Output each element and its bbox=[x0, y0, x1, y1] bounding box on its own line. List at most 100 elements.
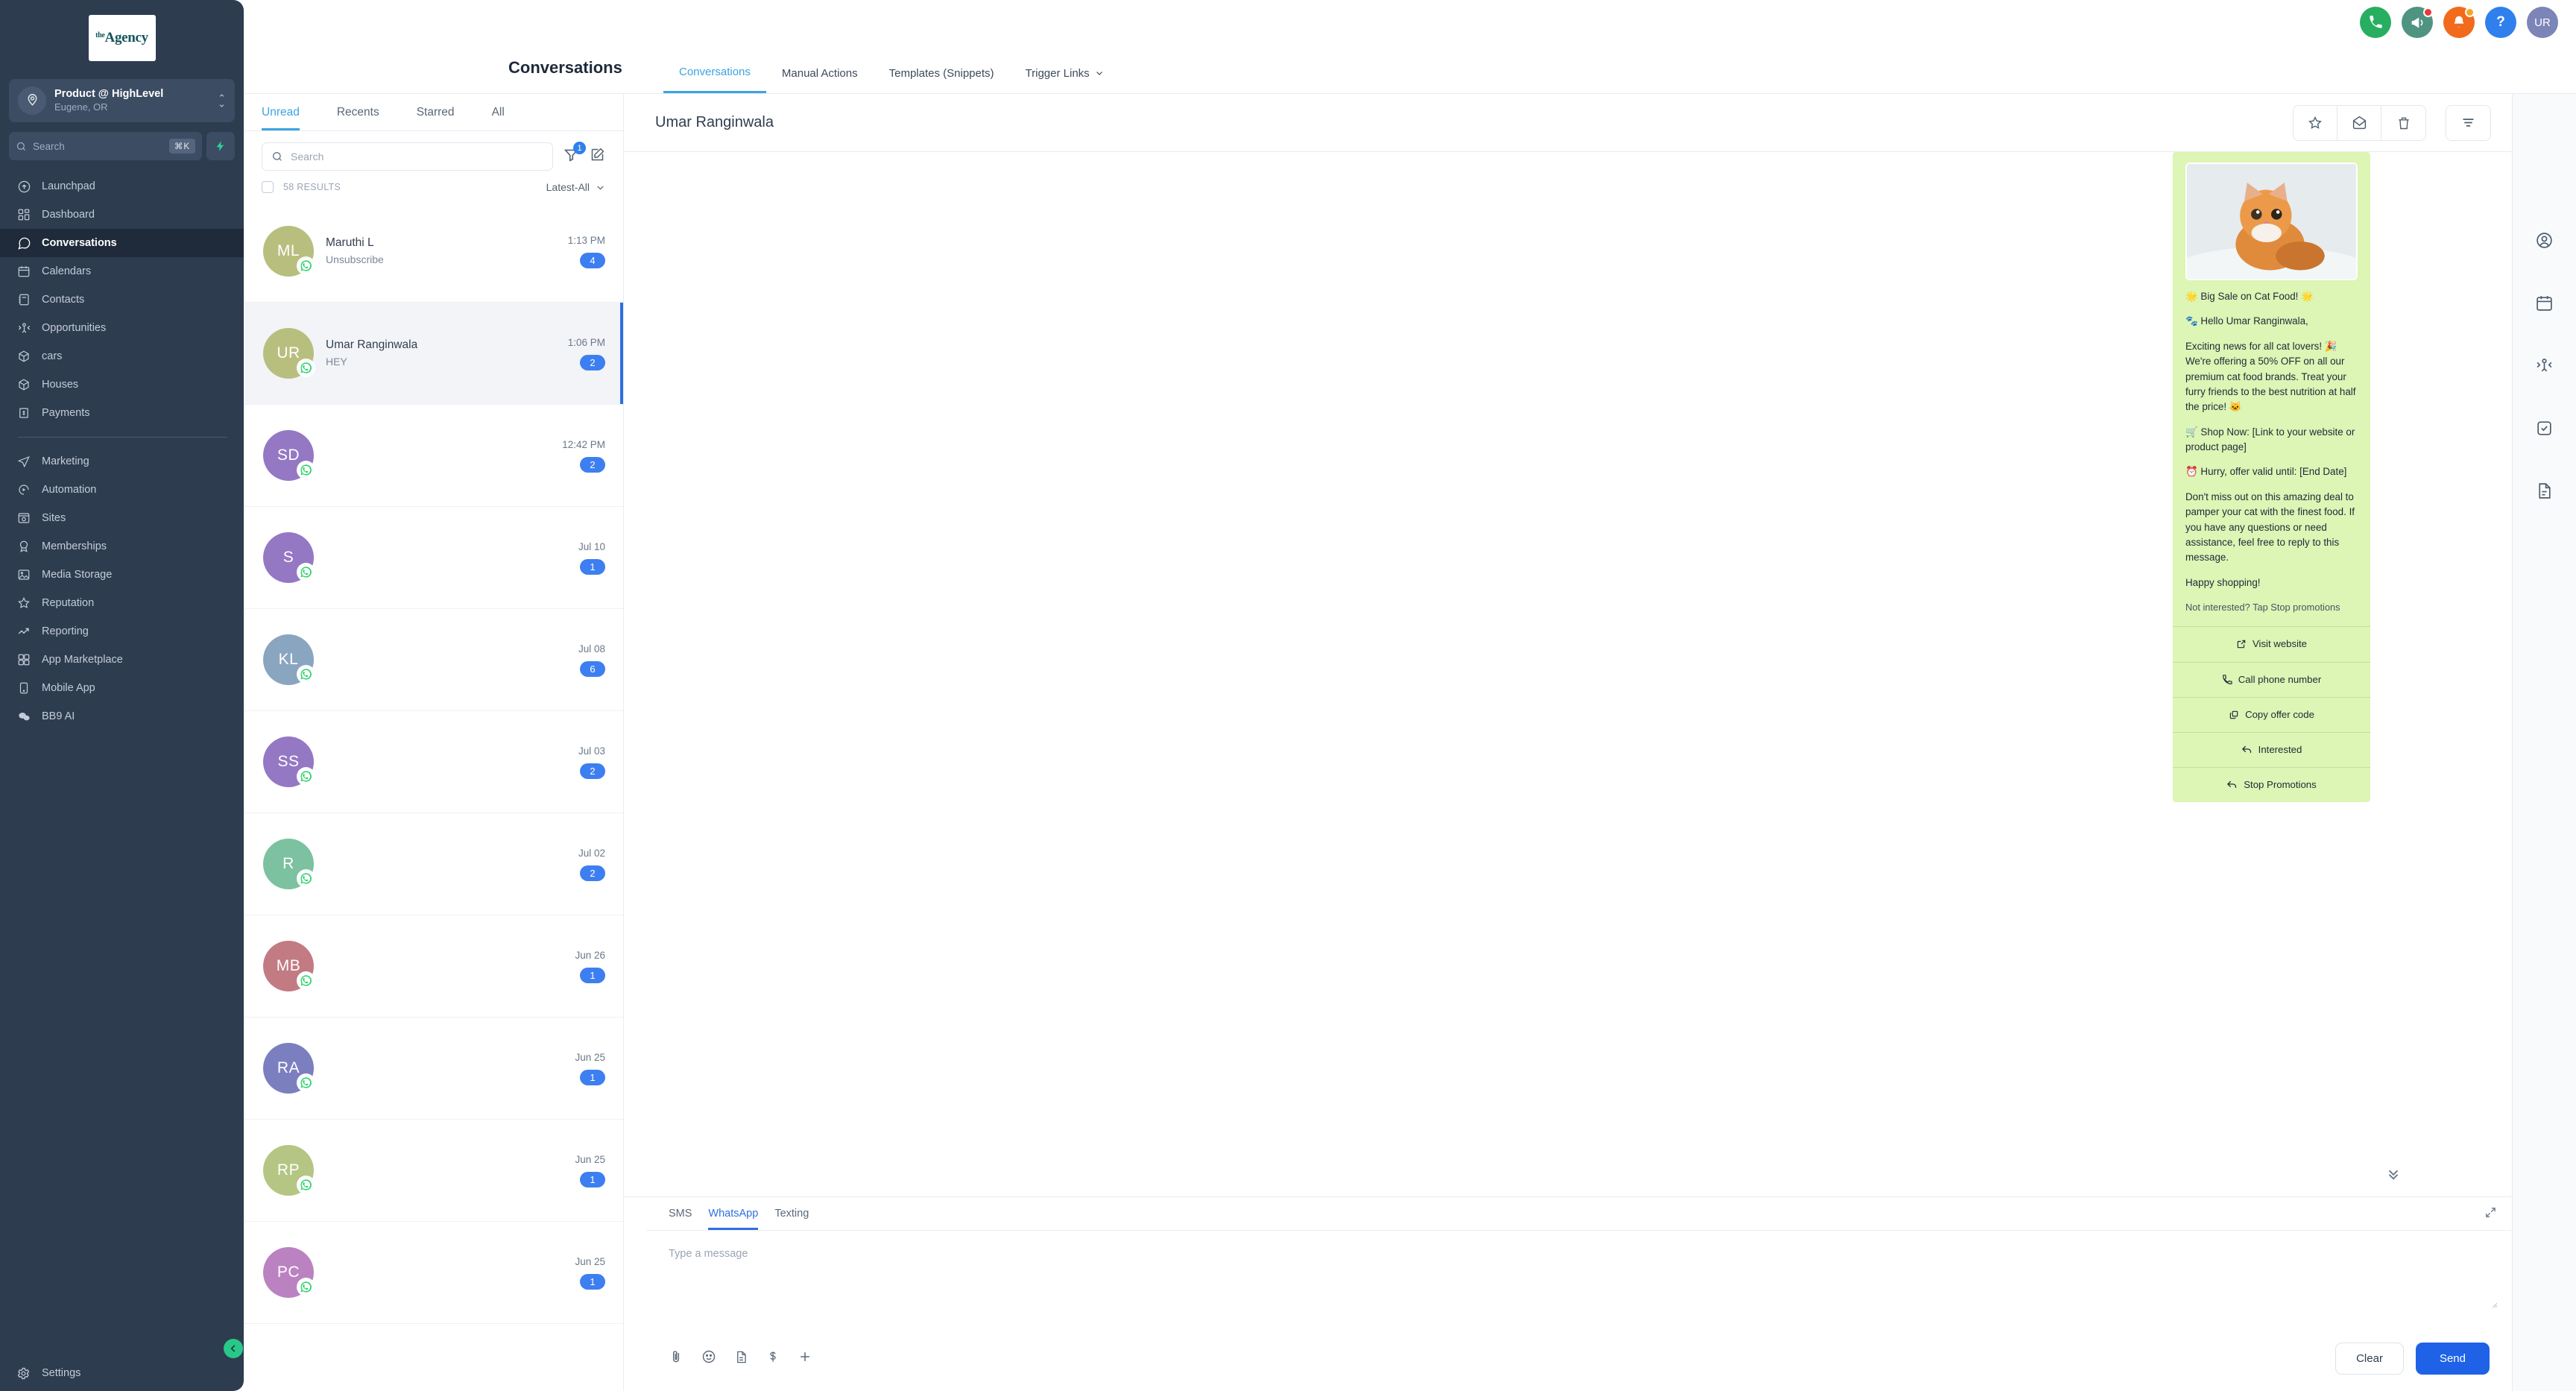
tasks-panel-icon[interactable] bbox=[2535, 419, 2554, 441]
sidebar-item-payments[interactable]: Payments bbox=[0, 399, 244, 427]
conv-tab-starred[interactable]: Starred bbox=[417, 94, 455, 130]
contacts-icon bbox=[16, 292, 31, 307]
sidebar-item-media-storage[interactable]: Media Storage bbox=[0, 561, 244, 589]
avatar: MB bbox=[263, 941, 315, 991]
phone-icon bbox=[16, 681, 31, 696]
sidebar-item-sites[interactable]: Sites bbox=[0, 504, 244, 532]
conversation-list-item[interactable]: RP Jun 25 1 bbox=[244, 1120, 623, 1222]
mark-unread-button[interactable] bbox=[2337, 105, 2381, 140]
conv-tab-all[interactable]: All bbox=[492, 94, 505, 130]
page-title: Conversations bbox=[508, 58, 622, 77]
conversation-list-item[interactable]: SS Jul 03 2 bbox=[244, 711, 623, 813]
sidebar-item-cars[interactable]: cars bbox=[0, 342, 244, 370]
tab-templates[interactable]: Templates (Snippets) bbox=[874, 66, 1010, 93]
star-button[interactable] bbox=[2294, 105, 2337, 140]
message-input[interactable]: Type a message bbox=[646, 1231, 2512, 1335]
quick-actions-button[interactable] bbox=[206, 132, 235, 160]
phone-icon bbox=[2370, 16, 2382, 28]
conversation-list-item[interactable]: S Jul 10 1 bbox=[244, 507, 623, 609]
documents-panel-icon[interactable] bbox=[2535, 482, 2554, 504]
contact-panel-icon[interactable] bbox=[2535, 231, 2554, 253]
cta-visit-website[interactable]: Visit website bbox=[2173, 626, 2370, 661]
select-all-checkbox[interactable] bbox=[262, 181, 274, 193]
conversation-search-input[interactable]: Search bbox=[262, 142, 553, 171]
avatar: R bbox=[263, 839, 315, 889]
clear-button[interactable]: Clear bbox=[2335, 1343, 2404, 1375]
conversation-time: Jul 02 bbox=[578, 847, 605, 859]
notifications-button[interactable] bbox=[2443, 7, 2475, 38]
user-avatar[interactable]: UR bbox=[2527, 7, 2558, 38]
sidebar-item-conversations[interactable]: Conversations bbox=[0, 229, 244, 257]
conv-tab-unread[interactable]: Unread bbox=[262, 94, 300, 130]
conversation-list-item[interactable]: PC Jun 25 1 bbox=[244, 1222, 623, 1324]
delete-button[interactable] bbox=[2381, 105, 2425, 140]
conversation-filter-button[interactable]: 1 bbox=[564, 142, 586, 166]
thread-filter-button[interactable] bbox=[2446, 105, 2490, 140]
conversation-list-item[interactable]: UR Umar Ranginwala HEY 1:06 PM 2 bbox=[244, 303, 623, 405]
tab-trigger-links[interactable]: Trigger Links bbox=[1010, 66, 1120, 93]
message-line-5: ⏰ Hurry, offer valid until: [End Date] bbox=[2185, 466, 2347, 478]
snippet-icon[interactable] bbox=[734, 1350, 748, 1368]
cta-copy-offer-code[interactable]: Copy offer code bbox=[2173, 696, 2370, 732]
sidebar-search-input[interactable]: Search ⌘K bbox=[9, 132, 202, 160]
sidebar-item-opportunities[interactable]: Opportunities bbox=[0, 314, 244, 342]
expand-composer-button[interactable] bbox=[2484, 1206, 2497, 1223]
message-thread[interactable]: 🌟 Big Sale on Cat Food! 🌟 🐾 Hello Umar R… bbox=[624, 152, 2512, 1196]
sidebar-item-settings[interactable]: Settings bbox=[0, 1355, 244, 1391]
attachment-icon[interactable] bbox=[669, 1349, 684, 1368]
scroll-to-bottom-button[interactable] bbox=[2382, 1162, 2405, 1185]
conversation-list-item[interactable]: R Jul 02 2 bbox=[244, 813, 623, 915]
logo-prefix: the bbox=[95, 31, 105, 40]
composer-tab-sms[interactable]: SMS bbox=[669, 1208, 692, 1230]
sidebar-item-houses[interactable]: Houses bbox=[0, 370, 244, 399]
message-composer: SMS WhatsApp Texting Type a message Clea… bbox=[624, 1196, 2512, 1391]
sidebar-item-calendars[interactable]: Calendars bbox=[0, 257, 244, 286]
tab-conversations[interactable]: Conversations bbox=[663, 66, 766, 93]
sidebar-item-launchpad[interactable]: Launchpad bbox=[0, 172, 244, 201]
announcements-button[interactable] bbox=[2402, 7, 2433, 38]
tab-manual-actions[interactable]: Manual Actions bbox=[766, 66, 874, 93]
sidebar-item-marketing[interactable]: Marketing bbox=[0, 447, 244, 476]
emoji-icon[interactable] bbox=[701, 1349, 716, 1368]
sidebar-item-contacts[interactable]: Contacts bbox=[0, 286, 244, 314]
sidebar-item-dashboard[interactable]: Dashboard bbox=[0, 201, 244, 229]
sidebar-item-automation[interactable]: Automation bbox=[0, 476, 244, 504]
location-switcher[interactable]: Product @ HighLevel Eugene, OR ⌃ ⌃ bbox=[9, 79, 235, 122]
help-button[interactable]: ? bbox=[2485, 7, 2516, 38]
sidebar-label-marketing: Marketing bbox=[42, 455, 89, 467]
sidebar-item-mobile-app[interactable]: Mobile App bbox=[0, 674, 244, 702]
conversation-list[interactable]: ML Maruthi L Unsubscribe 1:13 PM 4 UR Umar Ran… bbox=[244, 201, 623, 1391]
payment-icon[interactable] bbox=[766, 1350, 780, 1367]
conv-tab-recents[interactable]: Recents bbox=[337, 94, 379, 130]
compose-new-button[interactable] bbox=[590, 147, 605, 166]
conversation-list-item[interactable]: SD 12:42 PM 2 bbox=[244, 405, 623, 507]
sidebar-item-reporting[interactable]: Reporting bbox=[0, 617, 244, 646]
sidebar-item-reputation[interactable]: Reputation bbox=[0, 589, 244, 617]
composer-tab-texting[interactable]: Texting bbox=[774, 1208, 809, 1230]
calendar-panel-icon[interactable] bbox=[2535, 294, 2554, 316]
left-sidebar: theAgency Product @ HighLevel Eugene, OR… bbox=[0, 0, 244, 1391]
conversation-list-panel: Unread Recents Starred All Search 1 58 R… bbox=[244, 94, 624, 1391]
add-icon[interactable] bbox=[798, 1349, 812, 1368]
send-button[interactable]: Send bbox=[2415, 1343, 2490, 1375]
sidebar-item-app-marketplace[interactable]: App Marketplace bbox=[0, 646, 244, 674]
opportunities-panel-icon[interactable] bbox=[2535, 356, 2554, 379]
message-line-7: Happy shopping! bbox=[2185, 576, 2261, 588]
sort-selector[interactable]: Latest-All bbox=[546, 181, 605, 193]
resize-handle[interactable] bbox=[2489, 1299, 2498, 1313]
conversation-list-item[interactable]: MB Jun 26 1 bbox=[244, 915, 623, 1018]
cta-call-phone-number[interactable]: Call phone number bbox=[2173, 661, 2370, 697]
sidebar-item-memberships[interactable]: Memberships bbox=[0, 532, 244, 561]
conversation-list-item[interactable]: RA Jun 25 1 bbox=[244, 1018, 623, 1120]
message-image[interactable] bbox=[2185, 163, 2358, 280]
unread-count-badge: 1 bbox=[580, 1069, 605, 1085]
composer-tab-whatsapp[interactable]: WhatsApp bbox=[708, 1208, 759, 1230]
conversation-list-item[interactable]: ML Maruthi L Unsubscribe 1:13 PM 4 bbox=[244, 201, 623, 303]
sidebar-item-bb9-ai[interactable]: BB9 AI bbox=[0, 702, 244, 731]
sidebar-collapse-button[interactable] bbox=[224, 1339, 243, 1358]
trend-icon bbox=[16, 624, 31, 639]
cta-interested[interactable]: Interested bbox=[2173, 731, 2370, 767]
call-button[interactable] bbox=[2360, 7, 2391, 38]
cta-stop-promotions[interactable]: Stop Promotions bbox=[2173, 766, 2370, 802]
conversation-list-item[interactable]: KL Jul 08 6 bbox=[244, 609, 623, 711]
